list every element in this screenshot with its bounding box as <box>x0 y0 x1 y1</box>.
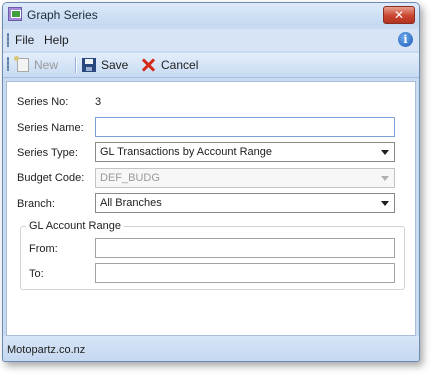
series-no-value: 3 <box>95 96 102 108</box>
budget-code-value: DEF_BUDG <box>100 172 160 184</box>
to-input[interactable] <box>95 263 395 283</box>
graph-series-window: Graph Series ✕ File Help i New Save Canc… <box>2 2 420 362</box>
series-name-input[interactable] <box>95 117 395 137</box>
info-icon[interactable]: i <box>398 32 413 47</box>
series-type-select[interactable]: GL Transactions by Account Range <box>95 142 395 162</box>
gl-account-range-group: GL Account Range From: To: <box>20 220 405 290</box>
red-x-icon <box>141 58 155 72</box>
series-type-value: GL Transactions by Account Range <box>100 146 273 158</box>
floppy-disk-icon <box>82 58 96 72</box>
graph-app-icon <box>8 7 22 21</box>
title-bar[interactable]: Graph Series ✕ <box>3 3 419 26</box>
menu-grip[interactable] <box>7 33 9 47</box>
new-label: New <box>34 58 59 72</box>
chevron-down-icon <box>381 150 389 155</box>
series-name-label: Series Name: <box>17 122 84 134</box>
new-document-icon <box>14 56 29 72</box>
status-text: Motopartz.co.nz <box>7 344 86 356</box>
series-no-label: Series No: <box>17 96 69 108</box>
form-panel: Series No: 3 Series Name: Series Type: G… <box>6 81 416 336</box>
menu-help[interactable]: Help <box>44 33 69 47</box>
gl-account-range-title: GL Account Range <box>26 220 124 232</box>
series-type-label: Series Type: <box>17 147 78 159</box>
menu-bar: File Help i <box>3 29 419 51</box>
branch-label: Branch: <box>17 198 55 210</box>
to-label: To: <box>29 268 44 280</box>
toolbar-separator <box>75 57 77 73</box>
cancel-button[interactable]: Cancel <box>141 56 198 74</box>
chevron-down-icon <box>381 176 389 181</box>
new-button[interactable]: New <box>14 56 59 74</box>
budget-code-select[interactable]: DEF_BUDG <box>95 168 395 188</box>
status-bar: Motopartz.co.nz <box>3 336 419 361</box>
budget-code-label: Budget Code: <box>17 172 85 184</box>
toolbar-grip[interactable] <box>7 57 9 71</box>
from-input[interactable] <box>95 238 395 258</box>
cancel-label: Cancel <box>161 58 199 72</box>
branch-select[interactable]: All Branches <box>95 193 395 213</box>
close-button[interactable]: ✕ <box>383 6 415 24</box>
toolbar: New Save Cancel <box>3 53 419 78</box>
save-button[interactable]: Save <box>82 56 128 74</box>
save-label: Save <box>101 58 129 72</box>
window-title: Graph Series <box>27 8 98 22</box>
from-label: From: <box>29 243 58 255</box>
chevron-down-icon <box>381 201 389 206</box>
menu-file[interactable]: File <box>15 33 34 47</box>
branch-value: All Branches <box>100 197 162 209</box>
